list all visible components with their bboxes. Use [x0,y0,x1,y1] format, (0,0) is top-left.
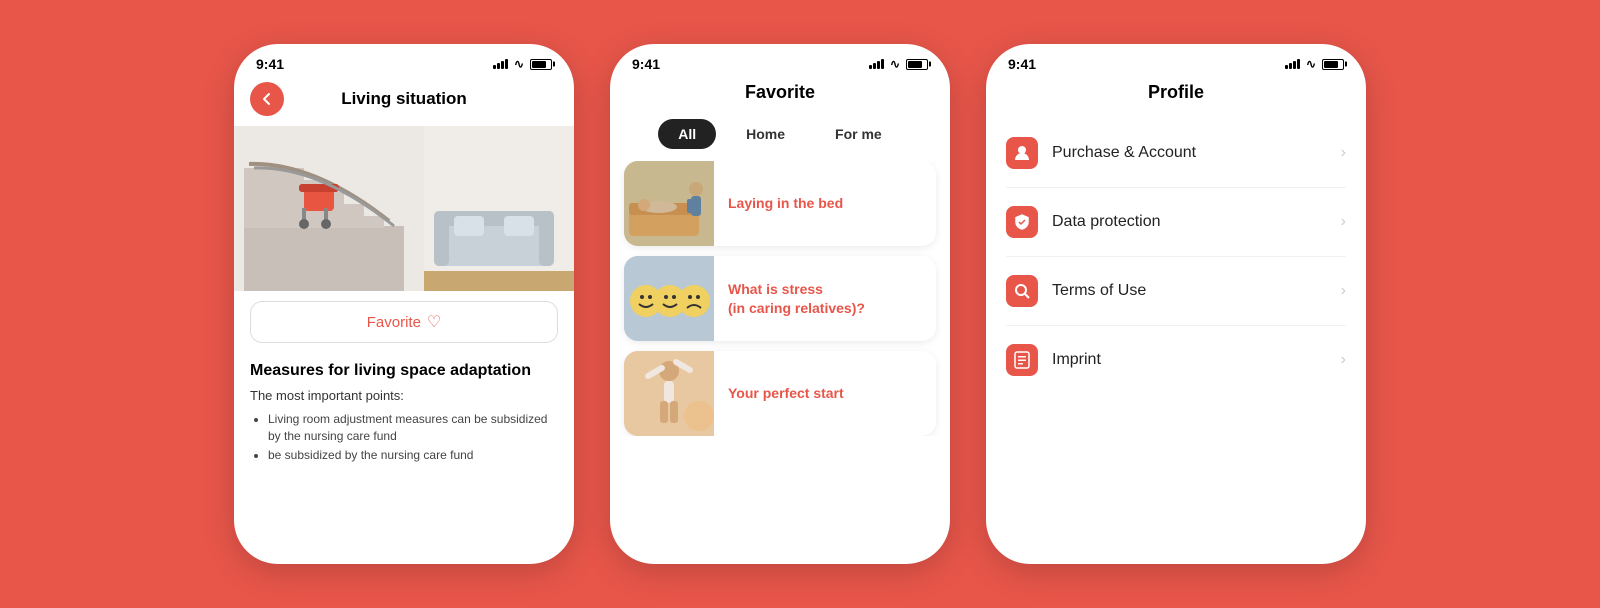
stairlift-svg [234,126,574,291]
content-subtitle: The most important points: [250,388,558,403]
phone-favorite: 9:41 ∿ Favorite All Home For me [610,44,950,564]
wifi-icon-1: ∿ [514,57,524,71]
signal-icon-2 [869,59,884,69]
shield-icon [1013,213,1031,231]
terms-chevron: › [1341,282,1346,300]
status-icons-2: ∿ [869,57,928,71]
bullet-list: Living room adjustment measures can be s… [250,411,558,464]
phone-living-situation: 9:41 ∿ Living situation [234,44,574,564]
battery-icon-1 [530,59,552,70]
card-image-3 [624,351,714,436]
card-image-2 [624,256,714,341]
card-perfect-start[interactable]: Your perfect start [624,351,936,436]
battery-icon-2 [906,59,928,70]
content-title: Measures for living space adaptation [250,361,558,382]
card-stress[interactable]: What is stress(in caring relatives)? [624,256,936,341]
card-thumb-3 [624,351,714,436]
time-1: 9:41 [256,56,284,72]
content-section: Measures for living space adaptation The… [234,353,574,475]
bullet-item-2: be subsidized by the nursing care fund [268,447,558,464]
data-protection-label: Data protection [1052,213,1341,231]
document-icon [1013,351,1031,369]
status-bar-2: 9:41 ∿ [610,44,950,76]
imprint-icon [1006,344,1038,376]
filter-for-me[interactable]: For me [815,119,902,149]
data-protection-icon [1006,206,1038,238]
profile-title: Profile [986,76,1366,119]
card-title-2: What is stress(in caring relatives)? [728,280,865,316]
terms-icon [1006,275,1038,307]
card-text-1: Laying in the bed [714,182,857,224]
nav-header-1: Living situation [234,76,574,126]
filter-all[interactable]: All [658,119,716,149]
phone-profile: 9:41 ∿ Profile P [986,44,1366,564]
bullet-item-1: Living room adjustment measures can be s… [268,411,558,445]
purchase-icon [1006,137,1038,169]
time-2: 9:41 [632,56,660,72]
imprint-label: Imprint [1052,351,1341,369]
cards-list: Laying in the bed [610,161,950,436]
signal-icon-1 [493,59,508,69]
status-bar-3: 9:41 ∿ [986,44,1366,76]
status-icons-1: ∿ [493,57,552,71]
card-text-3: Your perfect start [714,372,858,414]
page-title-1: Living situation [250,89,558,109]
menu-item-purchase[interactable]: Purchase & Account › [1006,119,1346,188]
menu-item-terms[interactable]: Terms of Use › [1006,257,1346,326]
favorite-button[interactable]: Favorite ♡ [250,301,558,343]
purchase-chevron: › [1341,144,1346,162]
card-text-2: What is stress(in caring relatives)? [714,268,879,328]
status-icons-3: ∿ [1285,57,1344,71]
card-title-3: Your perfect start [728,384,844,402]
signal-icon-3 [1285,59,1300,69]
purchase-label: Purchase & Account [1052,144,1341,162]
search-shield-icon [1013,282,1031,300]
menu-item-imprint[interactable]: Imprint › [1006,326,1346,394]
menu-item-data-protection[interactable]: Data protection › [1006,188,1346,257]
wifi-icon-3: ∿ [1306,57,1316,71]
data-protection-chevron: › [1341,213,1346,231]
card-thumb-1 [624,161,714,246]
terms-label: Terms of Use [1052,282,1341,300]
card-laying-in-bed[interactable]: Laying in the bed [624,161,936,246]
card-thumb-2 [624,256,714,341]
favorite-label: Favorite [367,314,421,331]
wifi-icon-2: ∿ [890,57,900,71]
time-3: 9:41 [1008,56,1036,72]
filter-home[interactable]: Home [726,119,805,149]
phones-container: 9:41 ∿ Living situation [0,0,1600,608]
card-title-1: Laying in the bed [728,194,843,212]
card-image-1 [624,161,714,246]
stairlift-image [234,126,574,291]
filter-tabs: All Home For me [610,113,950,161]
menu-list: Purchase & Account › Data protection › [986,119,1366,394]
page-title-2: Favorite [610,76,950,113]
heart-icon: ♡ [427,312,441,332]
hero-image [234,126,574,291]
person-icon [1013,144,1031,162]
imprint-chevron: › [1341,351,1346,369]
status-bar-1: 9:41 ∿ [234,44,574,76]
battery-icon-3 [1322,59,1344,70]
